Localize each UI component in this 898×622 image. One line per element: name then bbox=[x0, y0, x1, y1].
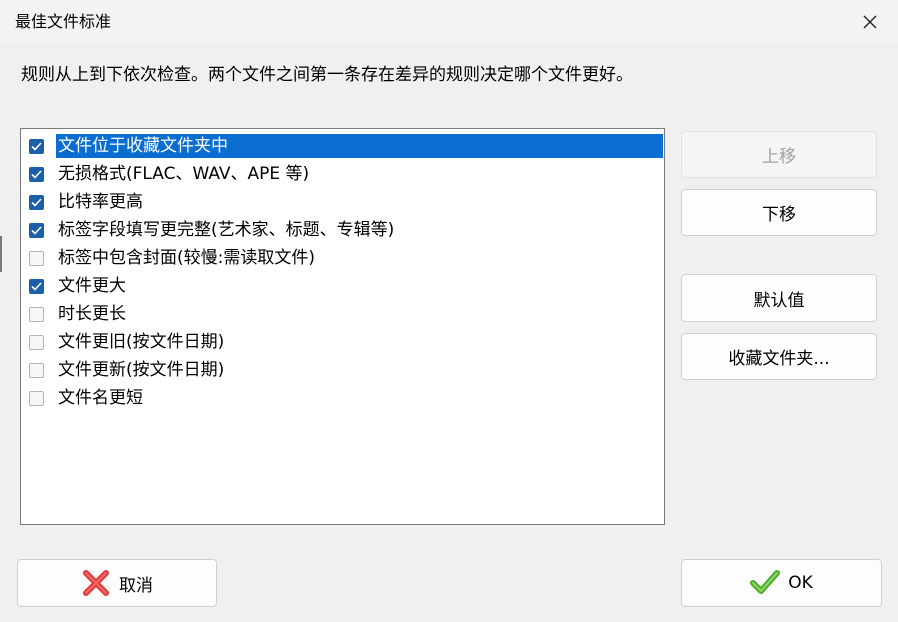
move-down-label: 下移 bbox=[762, 205, 796, 225]
checkbox-unchecked[interactable] bbox=[29, 250, 44, 266]
criteria-item-label: 时长更长 bbox=[58, 304, 126, 324]
move-down-button[interactable]: 下移 bbox=[681, 189, 877, 236]
criteria-item-label: 无损格式(FLAC、WAV、APE 等) bbox=[58, 164, 310, 184]
checkbox-checked[interactable] bbox=[29, 278, 44, 294]
checkmark-icon bbox=[31, 141, 42, 151]
checkmark-icon bbox=[31, 225, 42, 235]
criteria-item[interactable]: 无损格式(FLAC、WAV、APE 等) bbox=[29, 161, 311, 187]
criteria-item[interactable]: 文件更大 bbox=[29, 273, 128, 299]
criteria-item[interactable]: 文件名更短 bbox=[29, 385, 145, 411]
criteria-list[interactable]: 文件位于收藏文件夹中无损格式(FLAC、WAV、APE 等) 比特率更高标签字段填… bbox=[20, 128, 665, 525]
rules-description: 规则从上到下依次检查。两个文件之间第一条存在差异的规则决定哪个文件更好。 bbox=[21, 65, 633, 85]
favorite-folders-button[interactable]: 收藏文件夹... bbox=[681, 333, 877, 380]
best-file-criteria-dialog: 最佳文件标准 规则从上到下依次检查。两个文件之间第一条存在差异的规则决定哪个文件… bbox=[0, 0, 898, 622]
criteria-item[interactable]: 文件位于收藏文件夹中 bbox=[29, 133, 664, 159]
criteria-item[interactable]: 标签中包含封面(较慢:需读取文件) bbox=[29, 245, 317, 271]
move-up-label: 上移 bbox=[762, 147, 796, 167]
checkbox-checked[interactable] bbox=[29, 194, 44, 210]
favorite-folders-label: 收藏文件夹... bbox=[728, 349, 830, 369]
close-icon bbox=[863, 15, 877, 29]
criteria-item[interactable]: 时长更长 bbox=[29, 301, 128, 327]
criteria-item-label: 文件位于收藏文件夹中 bbox=[55, 133, 664, 159]
defaults-button[interactable]: 默认值 bbox=[681, 274, 877, 322]
checkbox-checked[interactable] bbox=[29, 166, 44, 182]
criteria-item-label: 文件更大 bbox=[58, 276, 126, 296]
title-bar: 最佳文件标准 bbox=[0, 0, 898, 44]
criteria-item-label: 标签字段填写更完整(艺术家、标题、专辑等) bbox=[58, 220, 395, 240]
checkbox-unchecked[interactable] bbox=[29, 306, 44, 322]
close-button[interactable] bbox=[842, 0, 898, 44]
red-x-icon bbox=[81, 568, 111, 598]
checkbox-unchecked[interactable] bbox=[29, 390, 44, 406]
criteria-item-label: 文件更旧(按文件日期) bbox=[58, 332, 225, 352]
criteria-item[interactable]: 文件更旧(按文件日期) bbox=[29, 329, 226, 355]
cancel-label: 取消 bbox=[119, 575, 153, 596]
criteria-item[interactable]: 比特率更高 bbox=[29, 189, 145, 215]
checkmark-icon bbox=[31, 197, 42, 207]
ok-label: OK bbox=[788, 573, 813, 593]
criteria-item[interactable]: 文件更新(按文件日期) bbox=[29, 357, 226, 383]
criteria-item-label: 文件名更短 bbox=[58, 388, 143, 408]
checkbox-unchecked[interactable] bbox=[29, 362, 44, 378]
criteria-item-label: 比特率更高 bbox=[58, 192, 143, 212]
cancel-button[interactable]: 取消 bbox=[17, 559, 217, 607]
checkmark-icon bbox=[31, 169, 42, 179]
criteria-item[interactable]: 标签字段填写更完整(艺术家、标题、专辑等) bbox=[29, 217, 396, 243]
background-window-edge bbox=[0, 236, 2, 272]
move-up-button[interactable]: 上移 bbox=[681, 131, 877, 178]
defaults-label: 默认值 bbox=[753, 290, 805, 311]
criteria-item-label: 文件更新(按文件日期) bbox=[58, 360, 225, 380]
ok-button[interactable]: OK bbox=[681, 559, 882, 607]
checkmark-icon bbox=[31, 281, 42, 291]
checkbox-checked[interactable] bbox=[29, 222, 44, 238]
criteria-item-label: 标签中包含封面(较慢:需读取文件) bbox=[58, 248, 315, 268]
window-title: 最佳文件标准 bbox=[15, 12, 112, 31]
green-check-icon bbox=[750, 570, 781, 596]
checkbox-unchecked[interactable] bbox=[29, 334, 44, 350]
checkbox-checked[interactable] bbox=[29, 138, 44, 154]
